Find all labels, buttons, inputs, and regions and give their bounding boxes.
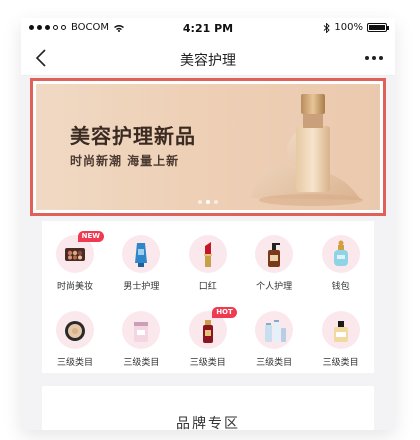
category-item[interactable]: 口红 [175, 231, 241, 301]
category-label: 三级类目 [189, 358, 226, 368]
category-icon-bg [188, 235, 227, 273]
category-icon-bg [122, 311, 161, 349]
bluetooth-icon [324, 22, 331, 33]
category-grid: NEW 时尚美妆 男士护理 口红 个人护理 钱包三级类目 三级类目 HOT 三级类目 三级类目 三级… [42, 221, 374, 373]
category-label: 三级类目 [123, 358, 160, 368]
category-label: 个人护理 [256, 282, 293, 292]
status-bar: BOCOM 4:21 PM 100% [21, 18, 395, 40]
perfume-gold-icon [333, 321, 348, 342]
category-badge: HOT [212, 307, 237, 318]
category-icon-bg [321, 235, 360, 273]
promo-banner[interactable]: 美容护理新品 时尚新潮 海量上新 [36, 84, 380, 210]
banner-highlight-box: 美容护理新品 时尚新潮 海量上新 [30, 78, 386, 216]
battery-percent: 100% [334, 22, 363, 33]
cream-jar-icon [134, 322, 149, 342]
battery-icon [367, 23, 389, 32]
banner-pager [36, 200, 380, 204]
category-label: 时尚美妆 [56, 282, 93, 292]
more-dot [372, 56, 376, 60]
category-label: 三级类目 [56, 358, 93, 368]
brand-section-title: 品牌专区 [176, 416, 240, 430]
category-icon-bg [321, 311, 360, 349]
mens-tube-icon [135, 243, 148, 267]
pager-dot[interactable] [214, 200, 218, 204]
lipstick-icon [203, 242, 212, 267]
foundation-bottle-image [251, 94, 363, 206]
pump-bottle-icon [268, 243, 281, 267]
more-dot [379, 56, 383, 60]
category-item[interactable]: 三级类目 [308, 307, 374, 377]
nav-bar: 美容护理 [21, 40, 395, 76]
category-label: 三级类目 [322, 358, 359, 368]
category-label: 钱包 [331, 282, 350, 292]
battery-fill [369, 25, 385, 30]
status-right: 100% [323, 22, 389, 33]
brand-section: 品牌专区 [42, 386, 374, 430]
category-label: 男士护理 [123, 282, 160, 292]
banner-subtitle: 时尚新潮 海量上新 [70, 154, 180, 168]
category-item[interactable]: NEW 时尚美妆 [42, 231, 108, 301]
banner-title: 美容护理新品 [70, 124, 196, 148]
category-item[interactable]: HOT 三级类目 [175, 307, 241, 377]
category-item[interactable]: 三级类目 [241, 307, 307, 377]
pager-dot[interactable] [198, 200, 202, 204]
more-options-icon[interactable] [361, 48, 387, 68]
category-item[interactable]: 钱包 [308, 231, 374, 301]
category-label: 三级类目 [256, 358, 293, 368]
category-item[interactable]: 个人护理 [241, 231, 307, 301]
category-icon-bg [255, 235, 294, 273]
category-icon-bg [255, 311, 294, 349]
category-item[interactable]: 男士护理 [108, 231, 174, 301]
skincare-set-icon [265, 320, 287, 342]
more-dot [365, 56, 369, 60]
category-item[interactable]: 三级类目 [42, 307, 108, 377]
category-badge: NEW [77, 231, 104, 242]
category-icon-bg [122, 235, 161, 273]
category-item[interactable]: 三级类目 [108, 307, 174, 377]
pager-dot[interactable] [206, 200, 210, 204]
perfume-bottle-icon [333, 240, 348, 266]
phone-screen: BOCOM 4:21 PM 100% 美容护理 美容护理新品 时尚新潮 海量上新… [21, 18, 395, 430]
category-icon-bg [56, 311, 94, 349]
compact-powder-icon [65, 321, 85, 341]
category-label: 口红 [198, 282, 217, 292]
page-title: 美容护理 [180, 53, 236, 69]
